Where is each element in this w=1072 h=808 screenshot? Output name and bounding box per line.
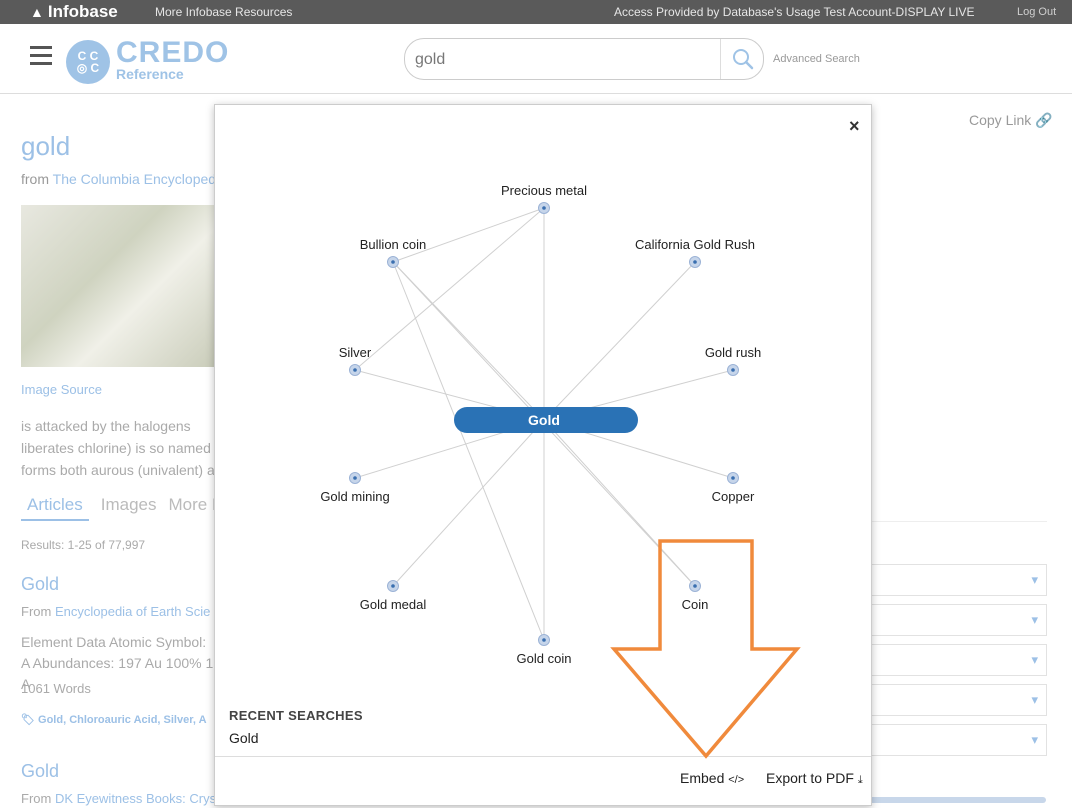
modal-footer: Embed </> Export to PDF ⤓ — [215, 756, 871, 806]
site-header: C C◎ C CREDO Reference Advanced Search — [0, 24, 1072, 94]
node-california-gold-rush[interactable]: California Gold Rush — [635, 237, 755, 268]
export-pdf-button[interactable]: Export to PDF ⤓ — [766, 770, 863, 787]
filter-dropdown[interactable] — [870, 604, 1047, 636]
infobase-logo-icon: ▲ — [30, 4, 44, 20]
infobase-brand: Infobase — [47, 2, 118, 21]
topic-map-modal: × Precious metal Bullion coin California… — [214, 104, 872, 806]
filter-dropdown[interactable] — [870, 724, 1047, 756]
export-label: Export to PDF — [766, 770, 854, 786]
result-tags: 🏷 Gold, Chloroauric Acid, Silver, A — [21, 713, 207, 726]
node-label: Gold rush — [705, 345, 761, 360]
node-label: Copper — [712, 489, 755, 504]
node-label: Silver — [339, 345, 372, 360]
node-label: Coin — [682, 597, 709, 612]
link-icon: 🔗 — [1035, 112, 1053, 128]
node-label: Gold mining — [320, 489, 389, 504]
node-coin[interactable]: Coin — [682, 580, 709, 613]
credo-logo-sub: Reference — [116, 66, 184, 82]
node-gold-medal[interactable]: Gold medal — [360, 580, 427, 613]
logout-link[interactable]: Log Out — [1017, 6, 1056, 18]
filter-dropdown[interactable] — [870, 684, 1047, 716]
top-bar: ▲ Infobase More Infobase Resources Acces… — [0, 0, 1072, 24]
article-title: gold — [21, 131, 71, 161]
search-button[interactable] — [720, 39, 764, 79]
article-from-prefix: from — [21, 171, 49, 187]
node-label: California Gold Rush — [635, 237, 755, 252]
center-node-label: Gold — [528, 412, 560, 428]
tag-icon: 🏷 — [21, 714, 39, 726]
result-word-count: 1061 Words — [21, 681, 91, 696]
filter-dropdown[interactable] — [870, 644, 1047, 676]
more-resources-link[interactable]: More Infobase Resources — [155, 5, 292, 19]
result-title[interactable]: Gold — [21, 574, 59, 595]
image-source-link[interactable]: Image Source — [21, 382, 102, 397]
node-label: Gold medal — [360, 597, 427, 612]
results-tabs: Articles Images More Li — [21, 495, 225, 521]
magnifier-icon — [732, 49, 753, 70]
node-gold-coin[interactable]: Gold coin — [517, 634, 572, 667]
embed-button[interactable]: Embed </> — [680, 770, 744, 786]
node-label: Precious metal — [501, 183, 587, 198]
topic-graph: Precious metal Bullion coin California G… — [320, 183, 761, 667]
node-gold-mining[interactable]: Gold mining — [320, 472, 390, 505]
node-gold-rush[interactable]: Gold rush — [705, 345, 761, 376]
result-from-prefix: From — [21, 604, 52, 619]
article-source-link[interactable]: The Columbia Encycloped — [53, 171, 216, 187]
article-excerpt: is attacked by the halogens liberates ch… — [21, 418, 215, 478]
node-gold-center[interactable]: Gold — [454, 407, 638, 433]
article-source-line: from The Columbia Encycloped — [21, 171, 216, 187]
result-from-prefix: From — [21, 791, 52, 806]
node-precious-metal[interactable]: Precious metal — [501, 183, 587, 214]
node-label: Bullion coin — [360, 237, 427, 252]
download-icon: ⤓ — [857, 774, 863, 786]
credo-logo-badge[interactable]: C C ◎ C — [66, 40, 110, 84]
infobase-logo[interactable]: ▲ Infobase — [30, 2, 118, 22]
search-input[interactable] — [415, 48, 705, 72]
divider — [870, 521, 1047, 522]
recent-searches-heading: RECENT SEARCHES — [229, 708, 363, 723]
tab-images[interactable]: Images — [101, 495, 157, 521]
node-copper[interactable]: Copper — [712, 472, 755, 505]
code-icon: </> — [728, 774, 745, 786]
node-bullion-coin[interactable]: Bullion coin — [360, 237, 427, 268]
access-text: Access Provided by Database's Usage Test… — [614, 5, 975, 19]
advanced-search-link[interactable]: Advanced Search — [773, 53, 860, 65]
result-source: From Encyclopedia of Earth Scie — [21, 604, 210, 619]
search-box — [404, 38, 764, 80]
copy-link-label: Copy Link — [969, 112, 1032, 128]
credo-logo-word: CREDO — [116, 36, 230, 69]
results-count: Results: 1-25 of 77,997 — [21, 538, 146, 552]
copy-link-button[interactable]: Copy Link 🔗 — [969, 112, 1053, 129]
filter-dropdown[interactable] — [870, 564, 1047, 596]
gold-nugget-image[interactable] — [21, 205, 221, 367]
hamburger-icon[interactable] — [30, 46, 52, 66]
tab-articles[interactable]: Articles — [21, 495, 89, 521]
embed-label: Embed — [680, 770, 725, 786]
credo-badge-bottom: ◎ C — [76, 61, 100, 75]
node-label: Gold coin — [517, 651, 572, 666]
result-title[interactable]: Gold — [21, 761, 59, 782]
recent-search-item[interactable]: Gold — [229, 730, 259, 746]
result-tag-list[interactable]: Gold, Chloroauric Acid, Silver, A — [38, 714, 207, 726]
result-source-link[interactable]: Encyclopedia of Earth Scie — [55, 604, 210, 619]
